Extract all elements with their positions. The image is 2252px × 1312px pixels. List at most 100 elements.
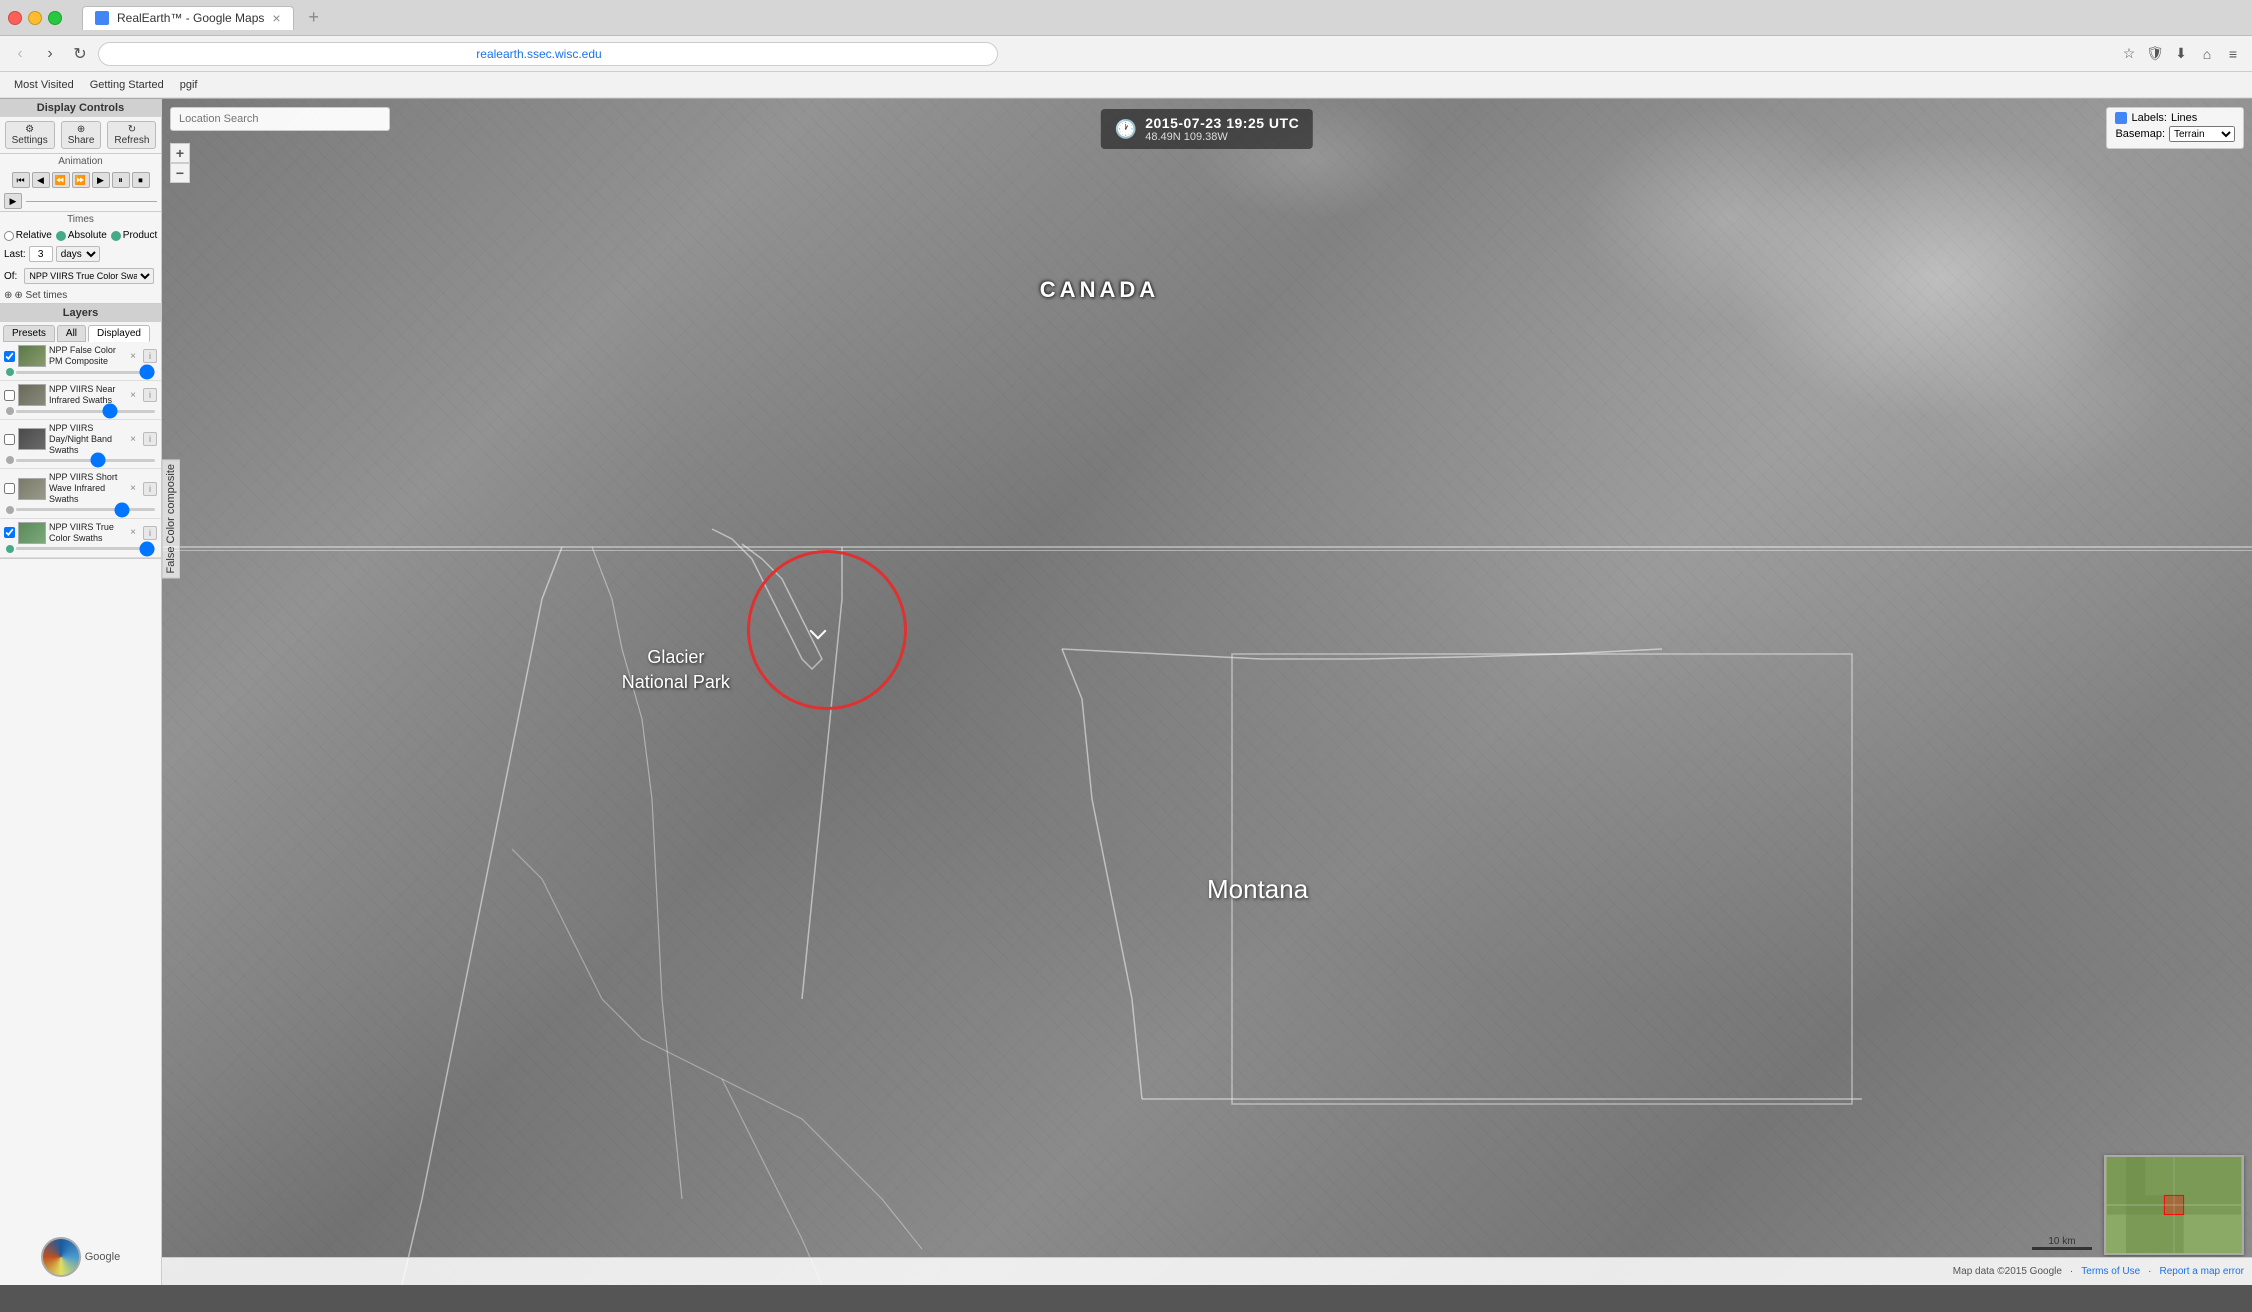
relative-label: Relative [16,230,52,241]
map-area[interactable]: + − 🕐 2015-07-23 19:25 UTC 48.49N 109.38… [162,99,2252,1285]
display-controls-buttons: ⚙ Settings ⊕ Share ↻ Refresh [0,117,161,153]
active-tab[interactable]: RealEarth™ - Google Maps × [82,6,294,30]
labels-checkbox[interactable] [2115,112,2127,124]
layer5-opacity-slider[interactable] [16,547,155,550]
layer2-close-button[interactable]: × [126,388,140,402]
layer2-info-button[interactable]: i [143,388,157,402]
display-controls-title: Display Controls [0,99,161,117]
nav-bar: ‹ › ↻ realearth.ssec.wisc.edu ☆ 🛡 ⬇ ⌂ ≡ [0,36,2252,72]
url-bar[interactable]: realearth.ssec.wisc.edu [98,42,998,66]
anim-next-button[interactable]: ▶ [92,172,110,188]
all-label: All [66,328,77,339]
layer1-opacity-slider[interactable] [16,371,155,374]
set-times-button[interactable]: ⊕ ⊕ Set times [0,288,161,303]
layer1-close-button[interactable]: × [126,349,140,363]
false-color-panel: False Color composite [162,459,180,578]
refresh-button[interactable]: ↻ [68,42,92,66]
layer3-label: NPP VIIRS Day/Night Band Swaths [49,423,123,455]
product-select[interactable]: NPP VIIRS True Color Swath [24,268,154,284]
zoom-out-button[interactable]: − [170,163,190,183]
tab-presets[interactable]: Presets [3,325,55,342]
refresh-button[interactable]: ↻ Refresh [107,121,156,149]
zoom-in-button[interactable]: + [170,143,190,163]
animation-controls: ⏮ ◀ ⏪ ⏩ ▶ ⏸ ⏹ [0,169,161,191]
ssec-logo-area: Google [0,1229,161,1285]
absolute-label: Absolute [68,230,107,241]
layer1-info-button[interactable]: i [143,349,157,363]
relative-radio[interactable]: Relative [4,230,52,241]
of-label: Of: [4,271,17,282]
product-radio[interactable]: Product [111,230,157,241]
layer-item-false-color: NPP False Color PM Composite × i [0,342,161,381]
layer2-opacity-slider[interactable] [16,410,155,413]
layer4-info-button[interactable]: i [143,482,157,496]
days-select[interactable]: days [56,246,100,262]
scale-bar [2032,1247,2092,1250]
map-data-label: Map data ©2015 Google [1953,1266,2062,1277]
bookmark-star-icon[interactable]: ☆ [2118,43,2140,65]
layer3-thumb [18,428,46,450]
of-row: Of: NPP VIIRS True Color Swath [0,264,161,288]
cloud-layer [162,99,2252,1285]
main-content: Display Controls ⚙ Settings ⊕ Share ↻ Re… [0,99,2252,1285]
anim-stop-button[interactable]: ⏹ [132,172,150,188]
layer5-close-button[interactable]: × [126,526,140,540]
close-window-button[interactable] [8,11,22,25]
bookmark-label: pgif [180,79,198,91]
home-icon[interactable]: ⌂ [2196,43,2218,65]
layer3-info-button[interactable]: i [143,432,157,446]
anim-prev-button[interactable]: ◀ [32,172,50,188]
minimize-window-button[interactable] [28,11,42,25]
layer3-checkbox[interactable] [4,434,15,445]
back-button[interactable]: ‹ [8,42,32,66]
anim-forward-button[interactable]: ⏩ [72,172,90,188]
timestamp-text: 2015-07-23 19:25 UTC [1145,115,1299,131]
browser-chrome: RealEarth™ - Google Maps × + ‹ › ↻ reale… [0,0,2252,99]
settings-button[interactable]: ⚙ Settings [5,121,55,149]
layer3-close-button[interactable]: × [126,432,140,446]
layer-item-true-color: NPP VIIRS True Color Swaths × i [0,519,161,558]
layer5-checkbox[interactable] [4,527,15,538]
download-icon[interactable]: ⬇ [2170,43,2192,65]
report-link[interactable]: Report a map error [2160,1266,2244,1277]
relative-radio-circle [4,231,14,241]
forward-button[interactable]: › [38,42,62,66]
tab-close-button[interactable]: × [272,10,280,26]
product-radio-circle [111,231,121,241]
scale-label: 10 km [2048,1236,2075,1247]
bookmark-pgif[interactable]: pgif [174,77,204,93]
layer3-opacity-slider[interactable] [16,459,155,462]
maximize-window-button[interactable] [48,11,62,25]
shield-icon[interactable]: 🛡 [2144,43,2166,65]
menu-icon[interactable]: ≡ [2222,43,2244,65]
anim-play-button[interactable]: ▶ [4,193,22,209]
bookmark-most-visited[interactable]: Most Visited [8,77,80,93]
location-search [170,107,390,131]
layer4-slider-row [4,505,157,515]
layer1-slider-row [4,367,157,377]
new-tab-button[interactable]: + [302,6,326,30]
basemap-select[interactable]: Terrain Satellite Roadmap [2169,126,2235,142]
location-search-input[interactable] [170,107,390,131]
layer1-dot [6,368,14,376]
anim-rewind-button[interactable]: ⏪ [52,172,70,188]
layer4-opacity-slider[interactable] [16,508,155,511]
layer2-checkbox[interactable] [4,390,15,401]
bookmark-getting-started[interactable]: Getting Started [84,77,170,93]
coords-text: 48.49N 109.38W [1145,131,1299,143]
tab-all[interactable]: All [57,325,86,342]
basemap-label: Basemap: [2115,128,2165,140]
layer4-thumb [18,478,46,500]
layer1-checkbox[interactable] [4,351,15,362]
last-value-input[interactable] [29,246,53,262]
layer4-checkbox[interactable] [4,483,15,494]
layer5-info-button[interactable]: i [143,526,157,540]
tab-displayed[interactable]: Displayed [88,325,150,342]
absolute-radio[interactable]: Absolute [56,230,107,241]
share-button[interactable]: ⊕ Share [61,121,102,149]
anim-start-button[interactable]: ⏮ [12,172,30,188]
anim-pause-button[interactable]: ⏸ [112,172,130,188]
layer4-close-button[interactable]: × [126,482,140,496]
layer5-slider-row [4,544,157,554]
terms-link[interactable]: Terms of Use [2081,1266,2140,1277]
